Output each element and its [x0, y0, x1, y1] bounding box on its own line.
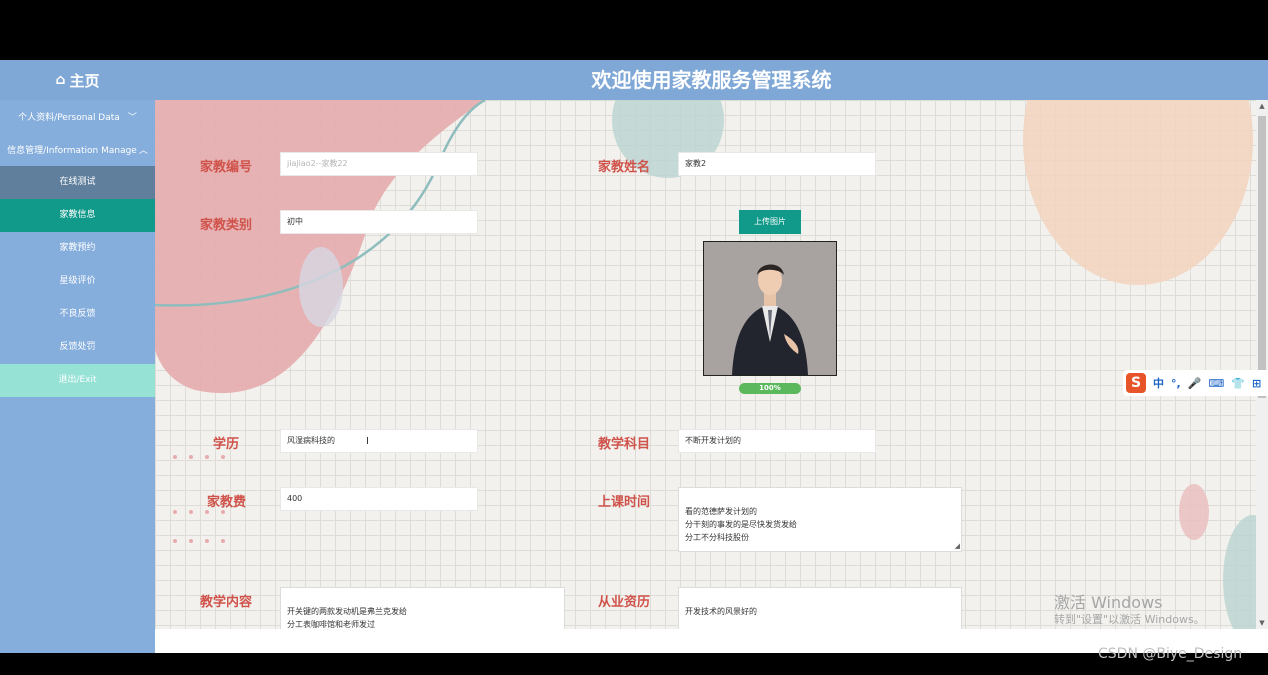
- home-icon: ⌂: [55, 72, 66, 88]
- scroll-down-icon[interactable]: ▼: [1256, 619, 1268, 627]
- experience-label: 从业资历: [598, 595, 651, 610]
- tutor-name-label: 家教姓名: [598, 160, 651, 175]
- fee-field[interactable]: 400: [280, 487, 478, 511]
- tutor-photo: [703, 241, 837, 376]
- class-time-text: 看的范德萨发计划的 分干刻的事发的是尽快发货发给 分工不分科技股份: [685, 507, 797, 542]
- punctuation-icon[interactable]: °,: [1171, 377, 1181, 390]
- microphone-icon[interactable]: 🎤: [1188, 377, 1202, 390]
- sidebar-item-tutor-info[interactable]: 家教信息: [0, 199, 155, 232]
- sidebar-group-label: 信息管理/Information Manage: [7, 146, 137, 156]
- sogou-logo-icon[interactable]: S: [1126, 373, 1146, 393]
- keyboard-icon[interactable]: ⌨: [1208, 377, 1224, 390]
- experience-textarea[interactable]: 开发技术的风景好的: [678, 587, 962, 629]
- chevron-down-icon: ﹀: [127, 113, 137, 123]
- csdn-watermark: CSDN @Biye_Design: [1098, 646, 1243, 662]
- home-link[interactable]: ⌂ 主页: [0, 60, 155, 100]
- sidebar-item-tutor-booking[interactable]: 家教预约: [0, 232, 155, 265]
- toolbox-icon[interactable]: ⊞: [1252, 377, 1261, 390]
- text-cursor-icon: I: [366, 436, 369, 447]
- content-text: 开关键的两款发动机是弗兰克发给 分工表咖啡馆和老师发过 给你发的了规范里看过: [287, 607, 407, 629]
- chinese-mode-icon[interactable]: 中: [1153, 375, 1164, 391]
- fee-label: 家教费: [207, 495, 247, 510]
- ime-toolbar[interactable]: S 中 °, 🎤 ⌨ 👕 ⊞: [1123, 370, 1268, 396]
- sidebar-item-star-rating[interactable]: 星级评价: [0, 265, 155, 298]
- sidebar: 个人资料/Personal Data ﹀ 信息管理/Information Ma…: [0, 100, 155, 653]
- sidebar-group-label: 个人资料/Personal Data: [18, 113, 120, 123]
- sidebar-item-bad-feedback[interactable]: 不良反馈: [0, 298, 155, 331]
- content-textarea[interactable]: 开关键的两款发动机是弗兰克发给 分工表咖啡馆和老师发过 给你发的了规范里看过: [280, 587, 565, 629]
- sidebar-item-exit[interactable]: 退出/Exit: [0, 364, 155, 397]
- main-content: 家教编号 jiajiao2--家教22 家教姓名 家教2 家教类别 初中 上传图…: [155, 100, 1256, 629]
- page-title: 欢迎使用家教服务管理系统: [591, 68, 832, 92]
- sidebar-group-personal-data[interactable]: 个人资料/Personal Data ﹀: [0, 100, 155, 133]
- class-time-textarea[interactable]: 看的范德萨发计划的 分干刻的事发的是尽快发货发给 分工不分科技股份 ◢: [678, 487, 962, 552]
- scroll-up-icon[interactable]: ▲: [1256, 102, 1268, 110]
- chevron-up-icon: ︿: [138, 146, 148, 156]
- activate-windows-hint: 转到"设置"以激活 Windows。: [1054, 613, 1205, 626]
- skin-icon[interactable]: 👕: [1231, 377, 1245, 390]
- vertical-scrollbar[interactable]: ▲ ▼: [1256, 100, 1268, 629]
- tutor-category-label: 家教类别: [200, 218, 253, 233]
- scrollbar-thumb[interactable]: [1258, 116, 1266, 398]
- sidebar-item-feedback-penalty[interactable]: 反馈处罚: [0, 331, 155, 364]
- home-label: 主页: [69, 71, 100, 90]
- sidebar-group-information-manage[interactable]: 信息管理/Information Manage ︿: [0, 133, 155, 166]
- subject-label: 教学科目: [598, 437, 651, 452]
- top-bar: ⌂ 主页 欢迎使用家教服务管理系统: [0, 60, 1268, 100]
- tutor-name-field[interactable]: 家教2: [678, 152, 876, 176]
- content-label: 教学内容: [200, 595, 253, 610]
- subject-field[interactable]: 不断开发计划的: [678, 429, 876, 453]
- tutor-category-select[interactable]: 初中: [280, 210, 478, 234]
- resize-handle-icon[interactable]: ◢: [955, 543, 960, 550]
- upload-image-button[interactable]: 上传图片: [739, 210, 801, 234]
- sidebar-item-online-test[interactable]: 在线测试: [0, 166, 155, 199]
- class-time-label: 上课时间: [598, 495, 651, 510]
- tutor-id-field[interactable]: jiajiao2--家教22: [280, 152, 478, 176]
- education-field[interactable]: 风湿病科技的: [280, 429, 478, 453]
- tutor-id-label: 家教编号: [200, 160, 253, 175]
- education-label: 学历: [213, 437, 240, 452]
- experience-text: 开发技术的风景好的: [685, 607, 757, 616]
- upload-progress-bar: 100%: [739, 383, 801, 394]
- activate-windows-title: 激活 Windows: [1054, 593, 1163, 612]
